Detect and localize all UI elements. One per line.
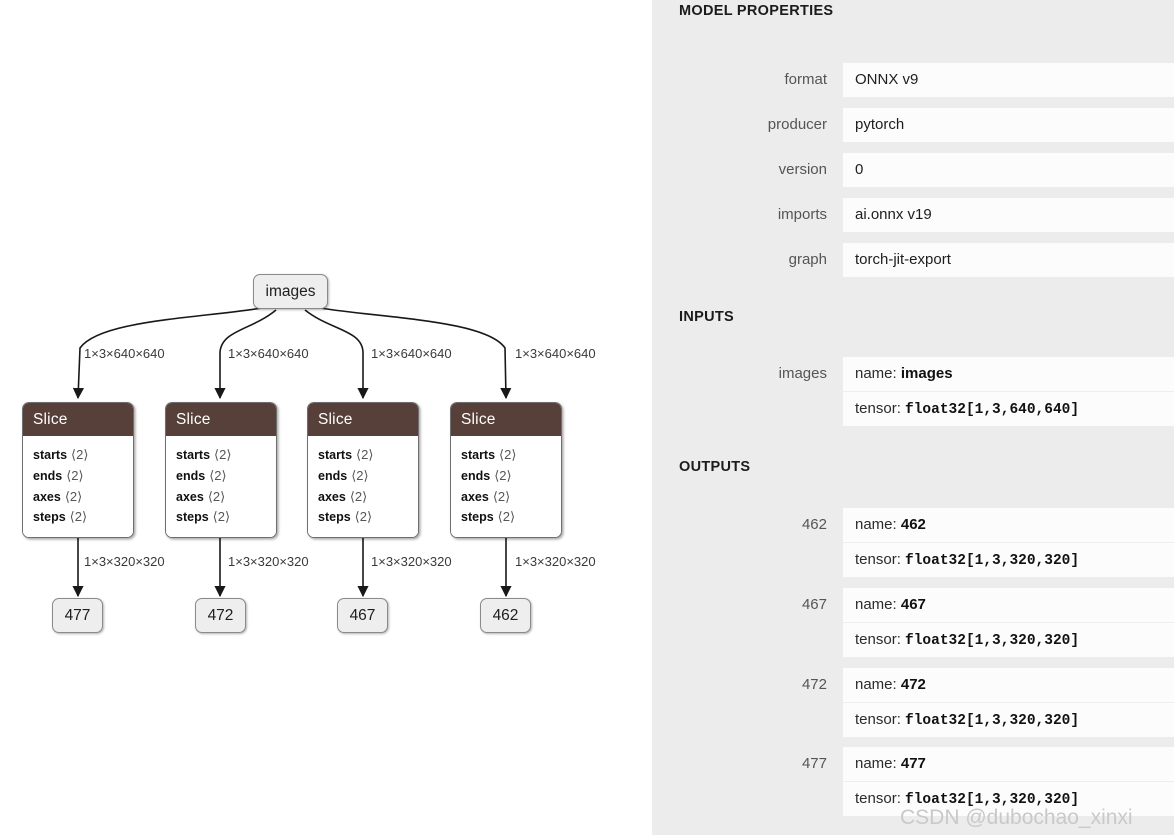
output-card-472[interactable]: name: 472 tensor: float32[1,3,320,320] [843,668,1174,737]
slice-1-attr-ends: ends ⟨2⟩ [33,467,84,483]
property-row-version: version 0 [652,153,1174,187]
slice-3-attr-ends: ends ⟨2⟩ [318,467,369,483]
input-tensor-line-images: tensor: float32[1,3,640,640] [843,391,1174,426]
edge-label-top-1: 1×3×640×640 [84,346,165,361]
edge-label-bottom-2: 1×3×320×320 [228,554,309,569]
graph-node-slice-3[interactable]: Slice starts ⟨2⟩ ends ⟨2⟩ axes ⟨2⟩ steps ⟨2⟩ [307,402,419,539]
graph-node-images-label: images [265,282,316,300]
slice-1-attr-axes: axes ⟨2⟩ [33,488,83,504]
slice-2-header: Slice [166,403,276,436]
property-row-format: format ONNX v9 [652,63,1174,97]
output-tensor-line-467: tensor: float32[1,3,320,320] [843,622,1174,657]
property-value-format[interactable]: ONNX v9 [843,63,1174,97]
edge-label-bottom-1: 1×3×320×320 [84,554,165,569]
property-label-producer: producer [767,116,827,133]
slice-2-attr-starts: starts ⟨2⟩ [176,447,232,462]
graph-node-output-477[interactable]: 477 [52,598,103,633]
output-name-line-472: name: 472 [855,676,926,693]
output-item-477: 477 name: 477 tensor: float32[1,3,320,32… [652,747,1174,816]
slice-1-header: Slice [23,403,133,436]
property-value-graph[interactable]: torch-jit-export [843,243,1174,277]
slice-1-attr-starts: starts ⟨2⟩ [33,447,89,462]
slice-4-attr-ends: ends ⟨2⟩ [461,467,512,483]
app-root: images 1×3×640×640 1×3×640×640 1×3×640×6… [0,0,1174,835]
output-card-467[interactable]: name: 467 tensor: float32[1,3,320,320] [843,588,1174,657]
slice-4-attributes: starts ⟨2⟩ ends ⟨2⟩ axes ⟨2⟩ steps ⟨2⟩ [451,436,561,538]
section-title-model-properties: MODEL PROPERTIES [679,3,834,19]
output-label-462: 462 [801,516,827,533]
output-tensor-line-472: tensor: float32[1,3,320,320] [843,702,1174,737]
input-label-images: images [778,365,827,382]
slice-2-attr-ends: ends ⟨2⟩ [176,467,227,483]
graph-node-slice-1[interactable]: Slice starts ⟨2⟩ ends ⟨2⟩ axes ⟨2⟩ steps ⟨2⟩ [22,402,134,539]
edge-label-top-2: 1×3×640×640 [228,346,309,361]
property-value-producer[interactable]: pytorch [843,108,1174,142]
property-label-graph: graph [788,251,827,268]
property-row-graph: graph torch-jit-export [652,243,1174,277]
property-value-imports[interactable]: ai.onnx v19 [843,198,1174,232]
property-value-version[interactable]: 0 [843,153,1174,187]
slice-3-attr-starts: starts ⟨2⟩ [318,447,374,462]
graph-node-slice-2[interactable]: Slice starts ⟨2⟩ ends ⟨2⟩ axes ⟨2⟩ steps ⟨2⟩ [165,402,277,539]
property-label-version: version [778,161,827,178]
slice-3-header: Slice [308,403,418,436]
graph-node-slice-4[interactable]: Slice starts ⟨2⟩ ends ⟨2⟩ axes ⟨2⟩ steps ⟨2⟩ [450,402,562,539]
model-properties-sidebar: MODEL PROPERTIES format ONNX v9 producer… [652,0,1174,835]
property-label-format: format [784,71,827,88]
output-name-line-462: name: 462 [855,516,926,533]
slice-1-attributes: starts ⟨2⟩ ends ⟨2⟩ axes ⟨2⟩ steps ⟨2⟩ [23,436,133,538]
property-row-producer: producer pytorch [652,108,1174,142]
graph-node-output-462[interactable]: 462 [480,598,531,633]
slice-2-attr-steps: steps ⟨2⟩ [176,509,231,525]
edge-label-bottom-4: 1×3×320×320 [515,554,596,569]
slice-3-attr-axes: axes ⟨2⟩ [318,488,368,504]
slice-2-attributes: starts ⟨2⟩ ends ⟨2⟩ axes ⟨2⟩ steps ⟨2⟩ [166,436,276,538]
slice-4-attr-axes: axes ⟨2⟩ [461,488,511,504]
input-name-line-images: name: images [855,365,953,382]
graph-node-output-467[interactable]: 467 [337,598,388,633]
output-label-467: 467 [801,596,827,613]
output-item-467: 467 name: 467 tensor: float32[1,3,320,32… [652,588,1174,657]
edge-label-top-4: 1×3×640×640 [515,346,596,361]
output-tensor-line-477: tensor: float32[1,3,320,320] [843,781,1174,816]
output-card-477[interactable]: name: 477 tensor: float32[1,3,320,320] [843,747,1174,816]
slice-4-attr-steps: steps ⟨2⟩ [461,509,516,525]
section-title-outputs: OUTPUTS [679,459,751,475]
edge-images-to-slice-3 [304,309,369,400]
model-graph-canvas[interactable]: images 1×3×640×640 1×3×640×640 1×3×640×6… [0,0,652,835]
output-label-472: 472 [801,676,827,693]
edge-label-top-3: 1×3×640×640 [371,346,452,361]
input-item-images: images name: images tensor: float32[1,3,… [652,357,1174,426]
property-label-imports: imports [777,206,827,223]
output-card-462[interactable]: name: 462 tensor: float32[1,3,320,320] [843,508,1174,577]
slice-3-attr-steps: steps ⟨2⟩ [318,509,373,525]
output-item-462: 462 name: 462 tensor: float32[1,3,320,32… [652,508,1174,577]
graph-node-output-462-label: 462 [492,606,519,624]
output-item-472: 472 name: 472 tensor: float32[1,3,320,32… [652,668,1174,737]
graph-node-output-467-label: 467 [349,606,376,624]
edge-label-bottom-3: 1×3×320×320 [371,554,452,569]
slice-2-attr-axes: axes ⟨2⟩ [176,488,226,504]
output-label-477: 477 [801,755,827,772]
graph-node-images[interactable]: images [253,274,328,309]
slice-4-attr-starts: starts ⟨2⟩ [461,447,517,462]
slice-1-attr-steps: steps ⟨2⟩ [33,509,88,525]
graph-node-output-477-label: 477 [64,606,91,624]
graph-node-output-472[interactable]: 472 [195,598,246,633]
output-name-line-467: name: 467 [855,596,926,613]
slice-3-attributes: starts ⟨2⟩ ends ⟨2⟩ axes ⟨2⟩ steps ⟨2⟩ [308,436,418,538]
graph-node-output-472-label: 472 [207,606,234,624]
property-row-imports: imports ai.onnx v19 [652,198,1174,232]
slice-4-header: Slice [451,403,561,436]
output-tensor-line-462: tensor: float32[1,3,320,320] [843,542,1174,577]
output-name-line-477: name: 477 [855,755,926,772]
section-title-inputs: INPUTS [679,309,734,325]
input-card-images[interactable]: name: images tensor: float32[1,3,640,640… [843,357,1174,426]
